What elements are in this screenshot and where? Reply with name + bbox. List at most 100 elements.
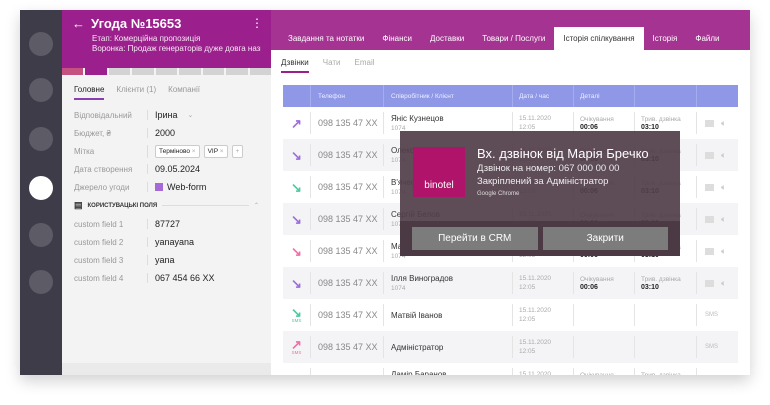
tab-0[interactable]: Завдання та нотатки bbox=[279, 27, 373, 50]
tab-companies[interactable]: Компанії bbox=[168, 85, 200, 100]
speaker-icon[interactable]: 🔈︎ bbox=[721, 246, 726, 257]
rail-item[interactable] bbox=[29, 127, 53, 151]
chevron-up-icon[interactable]: ⌃ bbox=[254, 202, 259, 209]
contact-name[interactable]: Адміністратор bbox=[391, 343, 443, 352]
contact-name[interactable]: Матвій Іванов bbox=[391, 311, 442, 320]
tag-vip[interactable]: VIP × bbox=[203, 144, 228, 158]
tab-4[interactable]: Історія спілкування bbox=[554, 27, 644, 50]
phone[interactable]: 098 135 47 XX bbox=[318, 342, 378, 352]
phone[interactable]: 098 135 47 XX bbox=[318, 150, 378, 160]
table-row[interactable]: ↗ SMS 098 135 47 XX Адміністратор 15.11.2… bbox=[283, 331, 738, 363]
rail-item[interactable] bbox=[29, 223, 53, 247]
speaker-icon[interactable]: 🔈︎ bbox=[721, 118, 726, 129]
comment-icon[interactable] bbox=[705, 247, 714, 255]
call-time: 12:05 bbox=[519, 284, 536, 291]
phone[interactable]: 098 135 47 XX bbox=[318, 214, 378, 224]
rail-item[interactable] bbox=[29, 32, 53, 56]
incoming-call-icon: ↘ bbox=[291, 211, 302, 227]
comment-icon[interactable] bbox=[705, 279, 714, 287]
table-row[interactable]: ↘ 098 135 47 XX Дамір Баранов1074 15.11.… bbox=[283, 363, 738, 375]
tag-label: VIP bbox=[207, 147, 218, 155]
field-value[interactable]: 2000 bbox=[147, 128, 175, 138]
comment-icon[interactable] bbox=[705, 183, 714, 191]
custom-fields-header[interactable]: ▤ КОРИСТУВАЦЬКІ ПОЛЯ ⌃ bbox=[62, 196, 271, 215]
tag-urgent[interactable]: Терміново × bbox=[155, 144, 200, 158]
rail-item[interactable] bbox=[29, 270, 53, 294]
field-value[interactable]: yana bbox=[147, 255, 175, 265]
section-title: КОРИСТУВАЦЬКІ ПОЛЯ bbox=[87, 202, 158, 209]
phone[interactable]: 098 135 47 XX bbox=[318, 118, 378, 128]
phone[interactable]: 098 135 47 XX bbox=[318, 182, 378, 192]
tab-main[interactable]: Головне bbox=[74, 85, 105, 100]
comment-icon[interactable] bbox=[705, 151, 714, 159]
incoming-call-icon: ↘ bbox=[291, 275, 302, 291]
tag-label: Терміново bbox=[159, 147, 190, 155]
field-budget: Бюджет, ₴ 2000 bbox=[62, 124, 271, 142]
deal-header: ← Угода №15653 ⋮ Етап: Комерційна пропози… bbox=[62, 10, 271, 68]
duration-label: Трив. дзвінка bbox=[641, 371, 681, 376]
tab-5[interactable]: Історія bbox=[644, 27, 687, 50]
field-value[interactable]: 87727 bbox=[147, 219, 180, 229]
sms-label: SMS bbox=[291, 350, 302, 355]
phone[interactable]: 098 135 47 XX bbox=[318, 310, 378, 320]
responsible-select[interactable]: Ірина ⌄ bbox=[147, 110, 193, 120]
deal-tabs: Головне Клієнти (1) Компанії bbox=[62, 75, 271, 100]
go-to-crm-button[interactable]: Перейти в CRM bbox=[412, 227, 538, 250]
deal-title: Угода №15653 bbox=[91, 16, 182, 31]
custom-field: custom field 1 87727 bbox=[62, 215, 271, 233]
speaker-icon[interactable]: 🔈︎ bbox=[721, 150, 726, 161]
duration-label: Трив. дзвінка bbox=[641, 115, 681, 123]
subtab-email[interactable]: Email bbox=[355, 58, 375, 73]
rail-item[interactable] bbox=[29, 78, 53, 102]
back-arrow-icon[interactable]: ← bbox=[72, 16, 85, 31]
sms-label: SMS bbox=[705, 312, 719, 318]
app-window: ← Угода №15653 ⋮ Етап: Комерційна пропози… bbox=[20, 10, 750, 375]
subtab-chats[interactable]: Чати bbox=[323, 58, 341, 73]
note-icon: ▤ bbox=[74, 200, 83, 210]
custom-field: custom field 2 yanayana bbox=[62, 233, 271, 251]
extension: 1074 bbox=[391, 285, 406, 292]
field-label: Бюджет, ₴ bbox=[74, 128, 111, 138]
call-date: 15.11.2020 bbox=[519, 275, 552, 282]
close-icon[interactable]: × bbox=[220, 148, 224, 155]
speaker-icon[interactable]: 🔈︎ bbox=[721, 182, 726, 193]
custom-field: custom field 4 067 454 66 XX bbox=[62, 269, 271, 287]
popup-assigned: Закріплений за Адміністратор bbox=[477, 176, 609, 187]
phone[interactable]: 098 135 47 XX bbox=[318, 278, 378, 288]
phone[interactable]: 098 135 47 XX bbox=[318, 246, 378, 256]
table-row[interactable]: ↘ SMS 098 135 47 XX Матвій Іванов 15.11.2… bbox=[283, 299, 738, 331]
stage-progress[interactable] bbox=[62, 68, 271, 75]
incoming-call-icon: ↘ bbox=[291, 243, 302, 259]
table-row[interactable]: ↘ 098 135 47 XX Ілля Виноградов 1074 15.1… bbox=[283, 267, 738, 299]
tab-1[interactable]: Фінанси bbox=[373, 27, 421, 50]
speaker-icon[interactable]: 🔈︎ bbox=[721, 278, 726, 289]
tab-clients[interactable]: Клієнти (1) bbox=[116, 85, 156, 100]
add-tag-button[interactable]: + bbox=[231, 144, 244, 158]
field-responsible: Відповідальний Ірина ⌄ bbox=[62, 106, 271, 124]
contact-name[interactable]: Ілля Виноградов bbox=[391, 274, 453, 283]
field-value[interactable]: yanayana bbox=[147, 237, 194, 247]
phone[interactable]: 098 135 47 XX bbox=[318, 374, 378, 375]
comment-icon[interactable] bbox=[705, 215, 714, 223]
rail-item-active[interactable] bbox=[29, 176, 53, 200]
speaker-icon[interactable]: 🔈︎ bbox=[721, 374, 726, 376]
sms-label: SMS bbox=[291, 318, 302, 323]
close-icon[interactable]: × bbox=[192, 148, 196, 155]
speaker-icon[interactable]: 🔈︎ bbox=[721, 214, 726, 225]
more-icon[interactable]: ⋮ bbox=[251, 16, 263, 30]
sub-tabs: Дзвінки Чати Email bbox=[271, 50, 750, 73]
outgoing-call-icon: ↗ bbox=[291, 115, 302, 131]
tab-3[interactable]: Товари / Послуги bbox=[473, 27, 554, 50]
tab-2[interactable]: Доставки bbox=[421, 27, 473, 50]
field-label: Дата створення bbox=[74, 164, 133, 174]
web-form-icon bbox=[155, 183, 163, 191]
field-value[interactable]: 067 454 66 XX bbox=[147, 273, 215, 283]
call-date: 15.11.2020 bbox=[519, 307, 552, 314]
contact-name[interactable]: Яніс Кузнецов bbox=[391, 114, 444, 123]
contact-name[interactable]: Дамір Баранов bbox=[391, 370, 447, 375]
subtab-calls[interactable]: Дзвінки bbox=[281, 58, 309, 73]
field-label: custom field 3 bbox=[74, 255, 124, 265]
close-button[interactable]: Закрити bbox=[542, 227, 668, 250]
comment-icon[interactable] bbox=[705, 119, 714, 127]
tab-6[interactable]: Файли bbox=[686, 27, 728, 50]
